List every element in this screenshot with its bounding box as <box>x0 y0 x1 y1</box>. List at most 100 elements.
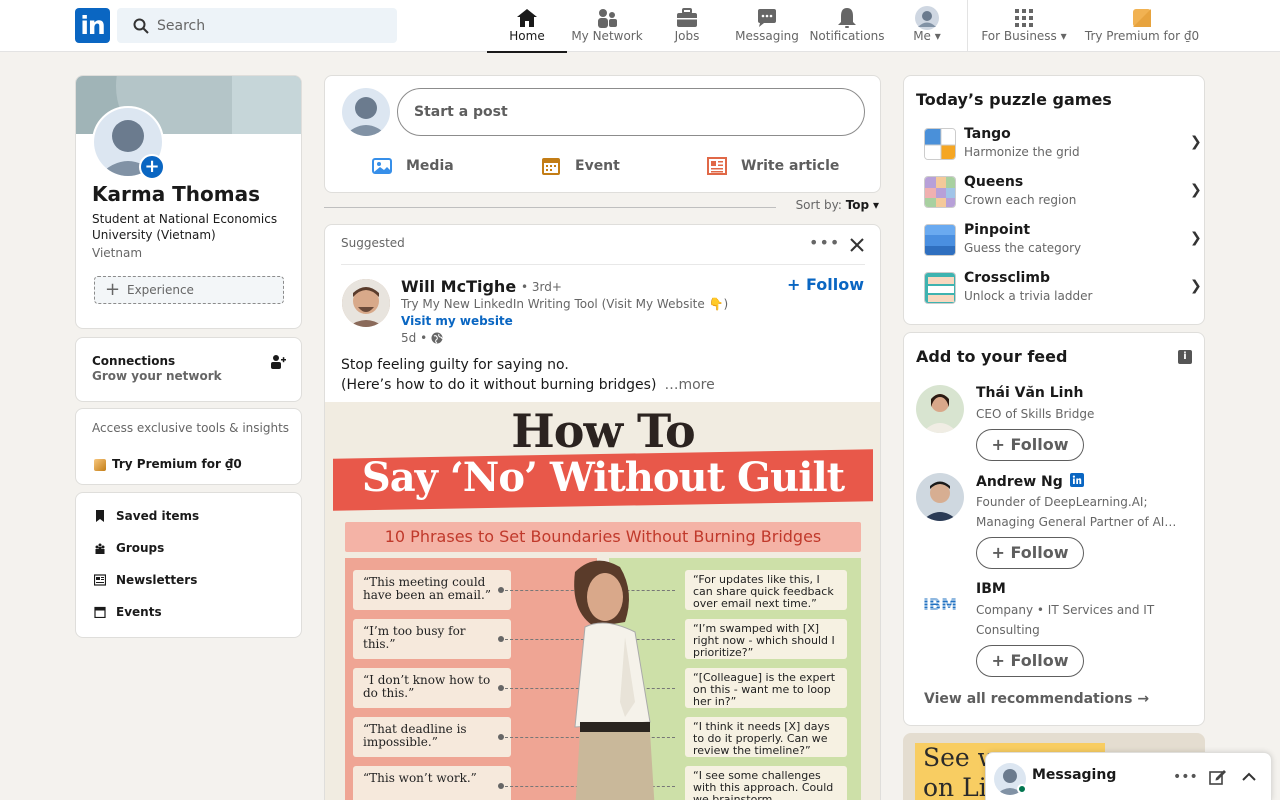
rec-avatar[interactable] <box>916 385 964 433</box>
messaging-options-button[interactable]: ••• <box>1173 765 1198 789</box>
follow-button[interactable]: + Follow <box>976 537 1084 569</box>
chevron-right-icon: ❯ <box>1190 278 1202 294</box>
phrase-right: “For updates like this, I can share quic… <box>685 570 847 610</box>
search-box[interactable] <box>117 8 397 43</box>
game-subtitle: Crown each region <box>964 193 1077 207</box>
game-queens[interactable]: Queens Crown each region ❯ <box>924 174 1202 210</box>
author-avatar[interactable] <box>342 279 390 327</box>
phrase-right: “I’m swamped with [X] right now - which … <box>685 619 847 659</box>
rec-name[interactable]: Andrew Ng <box>976 473 1084 490</box>
game-name: Queens <box>964 174 1024 190</box>
start-post-button[interactable]: Start a post <box>397 88 865 136</box>
briefcase-icon <box>677 8 697 27</box>
phrase-left: “I don’t know how to do this.” <box>353 668 511 708</box>
author-name[interactable]: Will McTighe <box>401 277 516 296</box>
phrase-left: “This meeting could have been an email.” <box>353 570 511 610</box>
search-input[interactable] <box>157 8 387 43</box>
puzzle-games-card: Today’s puzzle games Tango Harmonize the… <box>903 75 1205 325</box>
try-premium-link[interactable]: Try Premium for ₫0 <box>92 457 242 471</box>
compose-message-icon[interactable] <box>1205 765 1229 789</box>
info-icon[interactable]: i <box>1178 350 1192 364</box>
post-options-button[interactable]: ••• <box>809 233 839 257</box>
nav-label: Home <box>509 29 545 43</box>
menu-groups[interactable]: Groups <box>92 538 292 558</box>
phrase-left: “That deadline is impossible.” <box>353 717 511 757</box>
rec-name[interactable]: IBM <box>976 581 1006 597</box>
view-all-recommendations-link[interactable]: View all recommendations → <box>924 691 1149 707</box>
nav-label: Notifications <box>809 29 885 43</box>
game-pinpoint[interactable]: Pinpoint Guess the category ❯ <box>924 222 1202 258</box>
follow-button[interactable]: + Follow <box>787 275 864 294</box>
feed-sort-bar: Sort by: Top ▾ <box>324 196 881 216</box>
author-tagline: Try My New LinkedIn Writing Tool (Visit … <box>401 297 729 311</box>
rec-name[interactable]: Thái Văn Linh <box>976 385 1083 401</box>
profile-card: + Karma Thomas Student at National Econo… <box>75 75 302 329</box>
connections-subtitle: Grow your network <box>92 369 222 383</box>
chevron-right-icon: ❯ <box>1190 182 1202 198</box>
nav-my-network[interactable]: My Network <box>567 0 647 52</box>
image-subtitle: 10 Phrases to Set Boundaries Without Bur… <box>345 522 861 552</box>
game-crossclimb[interactable]: Crossclimb Unlock a trivia ladder ❯ <box>924 270 1202 306</box>
linkedin-logo[interactable]: in <box>75 8 110 43</box>
menu-events[interactable]: Events <box>92 602 292 622</box>
add-photo-button[interactable]: + <box>139 154 165 180</box>
calendar-icon <box>94 606 106 618</box>
game-tango[interactable]: Tango Harmonize the grid ❯ <box>924 126 1202 162</box>
menu-saved-items[interactable]: Saved items <box>92 506 292 526</box>
feed-post: Suggested ••• Will McTighe • 3rd+ Try My… <box>324 224 881 800</box>
close-icon[interactable] <box>845 233 869 257</box>
see-more-link[interactable]: …more <box>664 377 714 393</box>
follow-button[interactable]: + Follow <box>976 429 1084 461</box>
calendar-icon <box>542 158 560 175</box>
nav-try-premium[interactable]: Try Premium for ₫0 <box>1080 0 1204 52</box>
user-avatar[interactable] <box>342 88 390 136</box>
profile-location: Vietnam <box>92 246 143 260</box>
phrase-right: “I think it needs [X] days to do it prop… <box>685 717 847 757</box>
phrase-left: “I’m too busy for this.” <box>353 619 511 659</box>
linkedin-icon <box>1069 473 1084 487</box>
event-button[interactable]: Event <box>541 154 620 178</box>
nav-messaging[interactable]: Messaging <box>727 0 807 52</box>
post-image[interactable]: How To Say ‘No’ Without Guilt 10 Phrases… <box>325 402 880 800</box>
game-subtitle: Harmonize the grid <box>964 145 1080 159</box>
follow-button[interactable]: + Follow <box>976 645 1084 677</box>
rec-subtitle: Founder of DeepLearning.AI; Managing Gen… <box>976 495 1177 529</box>
nav-notifications[interactable]: Notifications <box>807 0 887 52</box>
chat-icon <box>758 9 776 27</box>
plus-icon: + <box>105 279 121 300</box>
rec-subtitle: CEO of Skills Bridge <box>976 407 1095 421</box>
game-name: Crossclimb <box>964 270 1050 286</box>
messaging-overlay[interactable]: Messaging ••• <box>985 752 1272 800</box>
post-text-line: (Here’s how to do it without burning bri… <box>341 377 657 393</box>
visit-website-link[interactable]: Visit my website <box>401 314 513 328</box>
home-icon <box>517 9 537 27</box>
chevron-up-icon[interactable] <box>1237 765 1261 789</box>
bell-icon <box>838 8 856 28</box>
network-icon <box>598 9 617 28</box>
nav-for-business[interactable]: For Business ▾ <box>975 0 1073 52</box>
nav-label: Messaging <box>735 29 799 43</box>
newsletter-icon <box>94 574 106 586</box>
post-text: Stop feeling guilty for saying no. (Here… <box>341 355 861 395</box>
nav-me[interactable]: Me ▾ <box>895 0 959 52</box>
game-name: Tango <box>964 126 1011 142</box>
nav-label: My Network <box>571 29 643 43</box>
add-connection-icon <box>271 355 286 369</box>
illustration-woman <box>574 560 655 800</box>
experience-label: Experience <box>127 283 194 297</box>
nav-home[interactable]: Home <box>487 0 567 53</box>
messaging-title: Messaging <box>1032 767 1117 783</box>
rec-avatar[interactable] <box>916 473 964 521</box>
svg-text:IBM: IBM <box>923 595 957 614</box>
media-button[interactable]: Media <box>372 154 454 178</box>
profile-name[interactable]: Karma Thomas <box>92 182 260 206</box>
nav-jobs[interactable]: Jobs <box>647 0 727 52</box>
connections-card[interactable]: Connections Grow your network <box>75 337 302 402</box>
ibm-logo[interactable]: IBM <box>916 581 964 629</box>
add-experience-button[interactable]: + Experience <box>94 276 284 304</box>
menu-newsletters[interactable]: Newsletters <box>92 570 292 590</box>
profile-headline: Student at National Economics University… <box>92 212 278 242</box>
sort-dropdown[interactable]: Sort by: Top ▾ <box>796 198 879 212</box>
write-article-button[interactable]: Write article <box>707 154 839 178</box>
premium-card[interactable]: Access exclusive tools & insights Try Pr… <box>75 408 302 485</box>
